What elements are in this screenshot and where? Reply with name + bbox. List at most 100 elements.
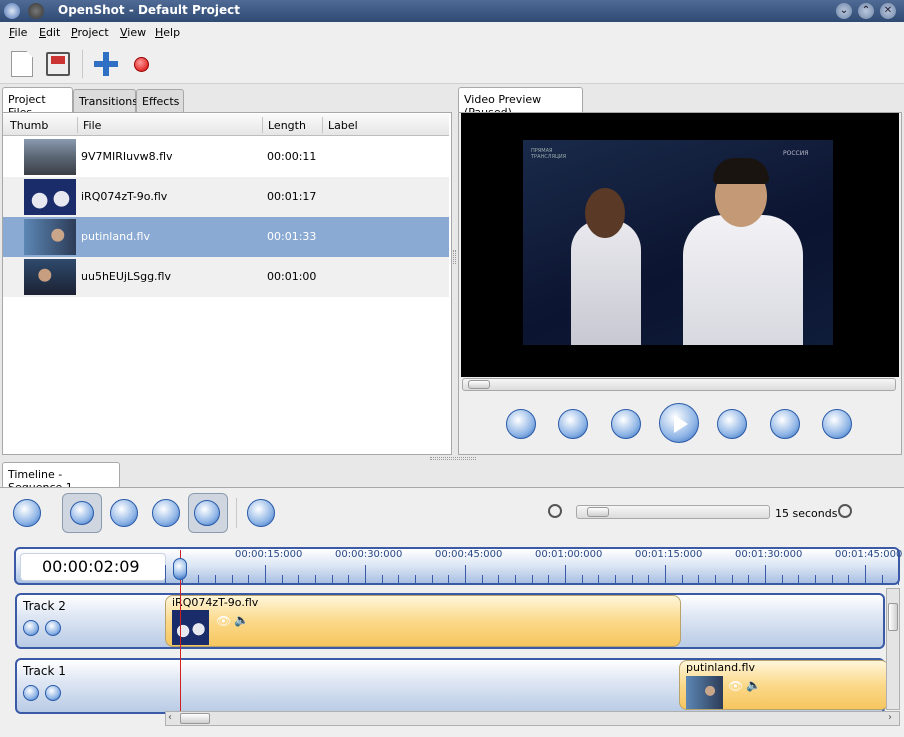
tab-video-preview[interactable]: Video Preview (Paused) bbox=[458, 87, 583, 119]
horizontal-scroll-thumb[interactable] bbox=[180, 713, 210, 724]
menu-project[interactable]: Project bbox=[71, 26, 109, 39]
razor-tool-icon[interactable] bbox=[110, 499, 138, 527]
close-button[interactable]: ✕ bbox=[880, 3, 896, 19]
timeline-clip[interactable]: iRQ074zT-9o.flv 👁 🔈 bbox=[165, 595, 681, 647]
vertical-splitter[interactable] bbox=[453, 250, 456, 264]
jump-end-icon[interactable] bbox=[822, 409, 852, 439]
ruler-tick bbox=[348, 575, 350, 585]
minimize-button[interactable]: ⌄ bbox=[836, 3, 852, 19]
import-files-icon[interactable] bbox=[94, 52, 118, 76]
previous-marker-icon[interactable] bbox=[558, 409, 588, 439]
arrow-icon bbox=[70, 501, 94, 525]
track-visibility-icon[interactable] bbox=[23, 620, 39, 636]
column-label[interactable]: Label bbox=[328, 119, 358, 132]
next-marker-icon[interactable] bbox=[770, 409, 800, 439]
singer-hair bbox=[713, 158, 769, 184]
ruler-tick bbox=[515, 575, 517, 585]
rewind-icon[interactable] bbox=[611, 409, 641, 439]
column-length[interactable]: Length bbox=[268, 119, 306, 132]
preview-seek-bar[interactable] bbox=[462, 378, 896, 391]
preview-seek-handle[interactable] bbox=[468, 380, 490, 389]
ruler-tick bbox=[731, 575, 733, 585]
fast-forward-icon[interactable] bbox=[717, 409, 747, 439]
file-row[interactable]: uu5hEUjLSgg.flv 00:01:00 bbox=[3, 257, 449, 297]
video-image: ПРЯМАЯ ТРАНСЛЯЦИЯ РОССИЯ bbox=[523, 140, 833, 345]
track-audio-icon[interactable] bbox=[45, 685, 61, 701]
column-thumb[interactable]: Thumb bbox=[10, 119, 48, 132]
clip-audio-icon[interactable]: 🔈 bbox=[746, 678, 761, 692]
timeline-clip[interactable]: putinland.flv 👁 🔈 bbox=[679, 660, 889, 710]
menu-edit[interactable]: Edit bbox=[39, 26, 60, 39]
ruler-ticks bbox=[165, 563, 900, 585]
tab-transitions[interactable]: Transitions bbox=[73, 89, 138, 113]
ruler-tick bbox=[748, 575, 750, 585]
ruler-tick bbox=[231, 575, 233, 585]
ruler-tick bbox=[248, 575, 250, 585]
file-length: 00:01:00 bbox=[267, 270, 317, 283]
scroll-right-icon[interactable]: › bbox=[888, 712, 892, 723]
app-menu-icon[interactable] bbox=[4, 3, 20, 19]
tab-project-files[interactable]: Project Files bbox=[2, 87, 73, 119]
file-row[interactable]: iRQ074zT-9o.flv 00:01:17 bbox=[3, 177, 449, 217]
new-project-icon[interactable] bbox=[11, 51, 33, 77]
menu-help[interactable]: Help bbox=[155, 26, 180, 39]
ruler-tick bbox=[448, 575, 450, 585]
column-separator bbox=[77, 117, 78, 133]
ruler-tick bbox=[615, 575, 617, 585]
file-row[interactable]: 9V7MIRIuvw8.flv 00:00:11 bbox=[3, 137, 449, 177]
clip-visibility-icon[interactable]: 👁 bbox=[216, 614, 231, 628]
ruler-tick bbox=[215, 575, 216, 585]
file-name: uu5hEUjLSgg.flv bbox=[81, 270, 171, 283]
zoom-in-icon[interactable] bbox=[548, 504, 562, 518]
ruler-tick bbox=[631, 575, 633, 585]
scroll-left-icon[interactable]: ‹ bbox=[168, 712, 172, 723]
ruler-tick bbox=[365, 565, 367, 585]
file-length: 00:01:33 bbox=[267, 230, 317, 243]
ruler-tick bbox=[165, 565, 166, 585]
ruler-tick bbox=[881, 575, 883, 585]
add-marker-icon[interactable] bbox=[247, 499, 275, 527]
playhead-handle[interactable] bbox=[173, 558, 187, 580]
ruler-label: 00:01:15:000 bbox=[635, 549, 703, 560]
window-title: OpenShot - Default Project bbox=[58, 3, 241, 17]
save-project-icon[interactable] bbox=[46, 52, 70, 76]
zoom-label: 15 seconds bbox=[775, 507, 838, 520]
ruler-label: 00:01:45:000 bbox=[835, 549, 903, 560]
file-thumbnail bbox=[24, 179, 76, 215]
zoom-slider[interactable] bbox=[576, 505, 770, 519]
main-toolbar bbox=[0, 44, 904, 84]
tab-timeline[interactable]: Timeline - Sequence 1 bbox=[2, 462, 120, 494]
vertical-scroll-thumb[interactable] bbox=[888, 603, 898, 631]
track-audio-icon[interactable] bbox=[45, 620, 61, 636]
ruler-tick bbox=[865, 565, 867, 585]
ruler-tick bbox=[465, 565, 467, 585]
zoom-out-icon[interactable] bbox=[838, 504, 852, 518]
file-thumbnail bbox=[24, 219, 76, 255]
singer-figure bbox=[683, 215, 803, 345]
play-button[interactable] bbox=[659, 403, 699, 443]
ruler-tick bbox=[548, 575, 550, 585]
clip-name: iRQ074zT-9o.flv bbox=[172, 596, 259, 609]
jump-start-icon[interactable] bbox=[506, 409, 536, 439]
violinist-head bbox=[585, 188, 625, 238]
timeline-vertical-scrollbar[interactable] bbox=[886, 588, 900, 710]
ruler-tick bbox=[648, 575, 650, 585]
clip-visibility-icon[interactable]: 👁 bbox=[728, 679, 743, 693]
clip-audio-icon[interactable]: 🔈 bbox=[234, 613, 249, 627]
record-icon[interactable] bbox=[134, 57, 149, 72]
tab-effects[interactable]: Effects bbox=[136, 89, 184, 113]
menu-view[interactable]: View bbox=[120, 26, 146, 39]
resize-tool-icon[interactable] bbox=[152, 499, 180, 527]
timeline-horizontal-scrollbar[interactable]: ‹ › bbox=[165, 711, 900, 726]
ruler-tick bbox=[815, 575, 817, 585]
add-track-icon[interactable] bbox=[13, 499, 41, 527]
horizontal-splitter[interactable] bbox=[430, 457, 476, 460]
sticky-icon[interactable] bbox=[28, 3, 44, 19]
zoom-slider-handle[interactable] bbox=[587, 507, 609, 517]
column-file[interactable]: File bbox=[83, 119, 101, 132]
track-visibility-icon[interactable] bbox=[23, 685, 39, 701]
file-row-selected[interactable]: putinland.flv 00:01:33 bbox=[3, 217, 449, 257]
menu-file[interactable]: File bbox=[9, 26, 27, 39]
ruler-tick bbox=[198, 575, 200, 585]
maximize-button[interactable]: ⌃ bbox=[858, 3, 874, 19]
